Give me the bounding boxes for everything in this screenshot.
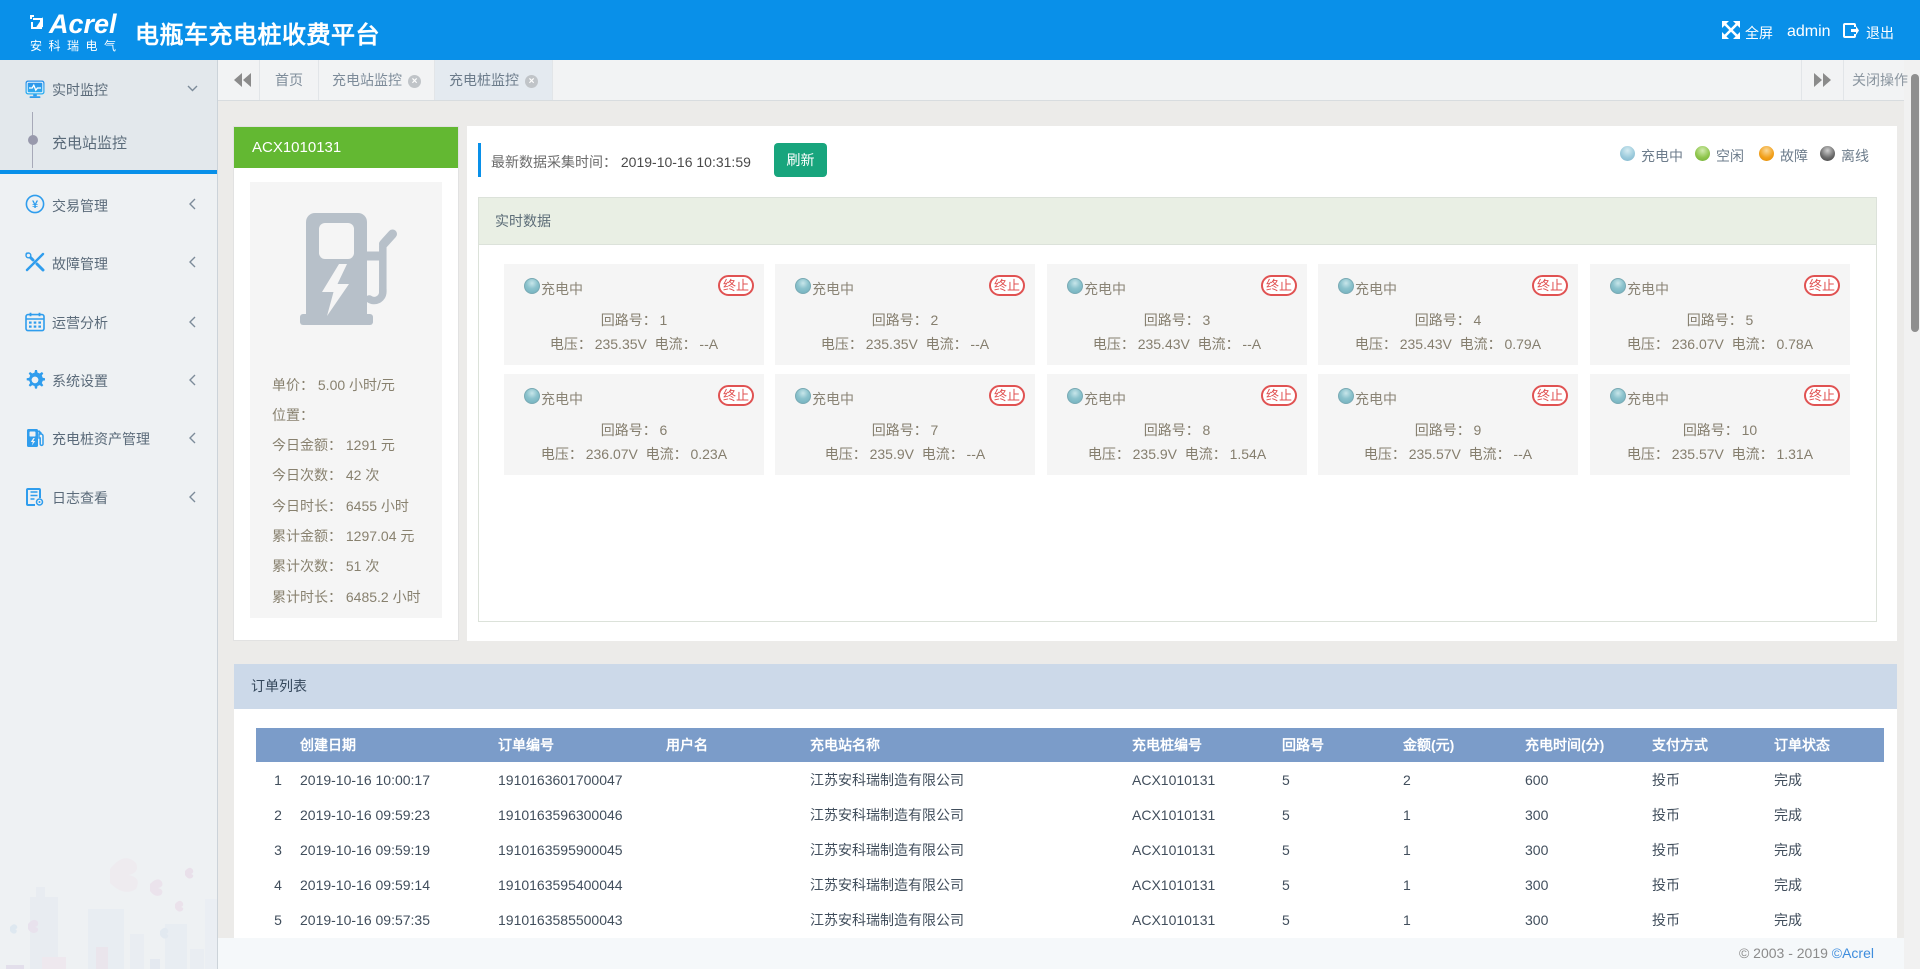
svg-text:¥: ¥ xyxy=(32,199,39,211)
